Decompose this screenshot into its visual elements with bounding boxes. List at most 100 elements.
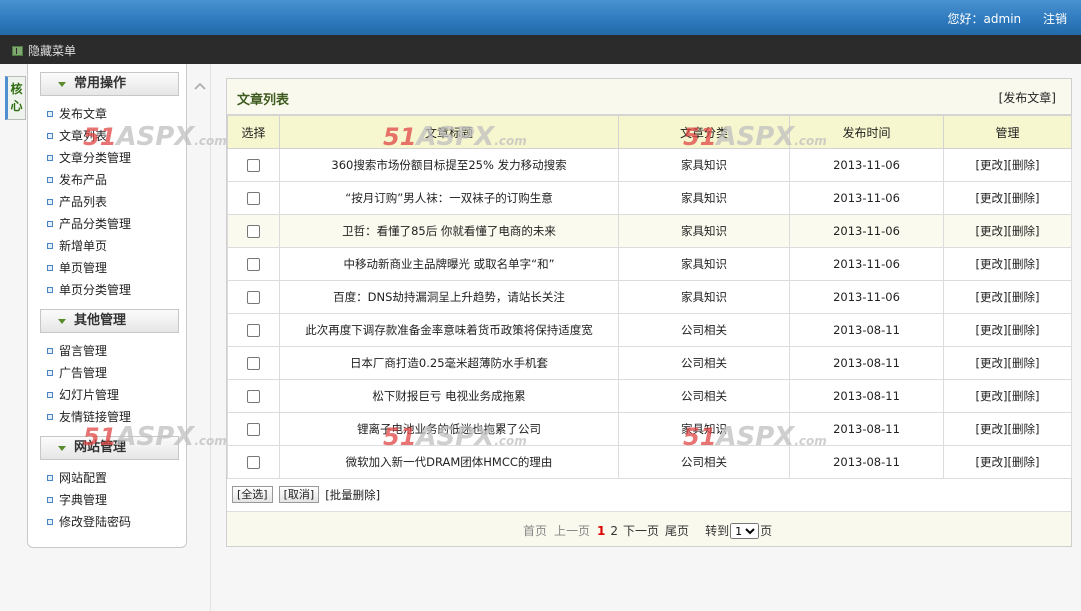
row-checkbox[interactable] xyxy=(247,423,260,436)
category-cell: 家具知识 xyxy=(618,181,790,215)
title-cell[interactable]: 360搜索市场份额目标提至25% 发力移动搜索 xyxy=(279,148,619,182)
row-checkbox[interactable] xyxy=(247,192,260,205)
select-cell xyxy=(227,247,280,281)
col-header-title: 文章标题 xyxy=(279,115,619,149)
title-cell[interactable]: “按月订购”男人袜：一双袜子的订购生意 xyxy=(279,181,619,215)
sidebar-item-label: 发布文章 xyxy=(59,107,108,121)
select-cell xyxy=(227,148,280,182)
table-row: “按月订购”男人袜：一双袜子的订购生意 家具知识 2013-11-06 [更改][删除… xyxy=(227,181,1072,215)
row-checkbox[interactable] xyxy=(247,159,260,172)
last-page-link[interactable]: 尾页 xyxy=(665,522,689,539)
pagination-bar: 首页 上一页 1 2 下一页 尾页 转到 1 页 xyxy=(227,511,1071,546)
sidebar-item-page-category[interactable]: 单页分类管理 xyxy=(47,281,131,299)
group-title-label: 其他管理 xyxy=(74,313,127,328)
table-row: 微软加入新一代DRAM团体HMCC的理由 公司相关 2013-08-11 [更改][删… xyxy=(227,445,1072,479)
edit-delete-links[interactable]: [更改][删除] xyxy=(976,290,1040,304)
logout-link[interactable]: 注销 xyxy=(1043,12,1067,26)
group-other-manage[interactable]: 其他管理 xyxy=(40,309,179,333)
title-cell[interactable]: 松下财报巨亏 电视业务成拖累 xyxy=(279,379,619,413)
row-checkbox[interactable] xyxy=(247,324,260,337)
next-page-link[interactable]: 下一页 xyxy=(623,522,659,539)
sidebar-item-product-category[interactable]: 产品分类管理 xyxy=(47,215,131,233)
ops-cell: [更改][删除] xyxy=(943,280,1072,314)
cancel-select-button[interactable]: [取消] xyxy=(278,486,320,503)
ops-cell: [更改][删除] xyxy=(943,346,1072,380)
edit-delete-links[interactable]: [更改][删除] xyxy=(976,158,1040,172)
sidebar-item-article-list[interactable]: 文章列表 xyxy=(47,127,107,145)
row-checkbox[interactable] xyxy=(247,456,260,469)
sidebar-item-new-page[interactable]: 新增单页 xyxy=(47,237,107,255)
batch-delete-link[interactable]: [批量删除] xyxy=(325,487,380,503)
category-cell: 家具知识 xyxy=(618,214,790,248)
title-cell[interactable]: 锂离子电池业务的低迷也拖累了公司 xyxy=(279,412,619,446)
row-checkbox[interactable] xyxy=(247,291,260,304)
title-cell[interactable]: 中移动新商业主品牌曝光 或取名单字“和” xyxy=(279,247,619,281)
category-cell: 家具知识 xyxy=(618,247,790,281)
sidebar-item-slides[interactable]: 幻灯片管理 xyxy=(47,386,119,404)
select-all-button[interactable]: [全选] xyxy=(232,486,273,503)
table-row: 此次再度下调存款准备金率意味着货币政策将保持适度宽 公司相关 2013-08-11 [… xyxy=(227,313,1072,347)
sidebar-item-friend-links[interactable]: 友情链接管理 xyxy=(47,408,131,426)
date-cell: 2013-08-11 xyxy=(789,313,944,347)
col-header-date: 发布时间 xyxy=(789,115,944,149)
publish-article-link[interactable]: [发布文章] xyxy=(999,89,1056,106)
edit-delete-links[interactable]: [更改][删除] xyxy=(976,389,1040,403)
bulk-actions: [全选] [取消] [批量删除] xyxy=(232,486,380,503)
sidebar-item-article-category[interactable]: 文章分类管理 xyxy=(47,149,131,167)
bullet-icon xyxy=(47,497,53,503)
col-header-manage: 管理 xyxy=(943,115,1072,149)
row-checkbox[interactable] xyxy=(247,390,260,403)
title-cell[interactable]: 日本厂商打造0.25毫米超薄防水手机套 xyxy=(279,346,619,380)
sidebar-item-site-config[interactable]: 网站配置 xyxy=(47,469,107,487)
page-2-link[interactable]: 2 xyxy=(610,524,618,538)
sidebar-item-publish-product[interactable]: 发布产品 xyxy=(47,171,107,189)
pagination: 首页 上一页 1 2 下一页 尾页 转到 1 页 xyxy=(523,522,772,539)
sidebar-item-label: 字典管理 xyxy=(59,493,108,507)
edit-delete-links[interactable]: [更改][删除] xyxy=(976,191,1040,205)
ops-cell: [更改][删除] xyxy=(943,247,1072,281)
edit-delete-links[interactable]: [更改][删除] xyxy=(976,356,1040,370)
sidebar-item-page-manage[interactable]: 单页管理 xyxy=(47,259,107,277)
group-common-ops[interactable]: 常用操作 xyxy=(40,72,179,96)
prev-page-link[interactable]: 上一页 xyxy=(554,522,590,539)
table-row: 中移动新商业主品牌曝光 或取名单字“和” 家具知识 2013-11-06 [更改][删… xyxy=(227,247,1072,281)
hide-menu-toggle[interactable]: 隐藏菜单 xyxy=(12,42,76,59)
table-row: 卫哲：看懂了85后 你就看懂了电商的未来 家具知识 2013-11-06 [更改][删… xyxy=(227,214,1072,248)
edit-delete-links[interactable]: [更改][删除] xyxy=(976,323,1040,337)
row-checkbox[interactable] xyxy=(247,225,260,238)
sidebar-item-messages[interactable]: 留言管理 xyxy=(47,342,107,360)
divider xyxy=(210,64,211,611)
sidebar-item-label: 幻灯片管理 xyxy=(59,388,120,402)
ops-cell: [更改][删除] xyxy=(943,379,1072,413)
sidebar-item-publish-article[interactable]: 发布文章 xyxy=(47,105,107,123)
sidebar-item-label: 单页分类管理 xyxy=(59,283,132,297)
chevron-up-icon[interactable] xyxy=(193,80,207,92)
first-page-link[interactable]: 首页 xyxy=(523,522,547,539)
sidebar-item-label: 修改登陆密码 xyxy=(59,515,132,529)
bullet-icon xyxy=(47,392,53,398)
page-select[interactable]: 1 xyxy=(730,522,760,539)
edit-delete-links[interactable]: [更改][删除] xyxy=(976,422,1040,436)
sidebar-item-ads[interactable]: 广告管理 xyxy=(47,364,107,382)
sidebar: 常用操作 发布文章 文章列表 文章分类管理 发布产品 产品列表 产品分类管理 新… xyxy=(27,64,187,548)
select-cell xyxy=(227,313,280,347)
sidebar-item-product-list[interactable]: 产品列表 xyxy=(47,193,107,211)
group-site-manage[interactable]: 网站管理 xyxy=(40,436,179,460)
edit-delete-links[interactable]: [更改][删除] xyxy=(976,455,1040,469)
date-cell: 2013-08-11 xyxy=(789,412,944,446)
row-checkbox[interactable] xyxy=(247,258,260,271)
top-header: 您好：admin 注销 xyxy=(0,0,1081,35)
core-tab[interactable]: 核心 xyxy=(5,76,26,120)
title-cell[interactable]: 卫哲：看懂了85后 你就看懂了电商的未来 xyxy=(279,214,619,248)
category-cell: 家具知识 xyxy=(618,148,790,182)
edit-delete-links[interactable]: [更改][删除] xyxy=(976,224,1040,238)
title-cell[interactable]: 此次再度下调存款准备金率意味着货币政策将保持适度宽 xyxy=(279,313,619,347)
sidebar-item-change-password[interactable]: 修改登陆密码 xyxy=(47,513,131,531)
sidebar-item-dictionary[interactable]: 字典管理 xyxy=(47,491,107,509)
title-cell[interactable]: 百度：DNS劫持漏洞呈上升趋势，请站长关注 xyxy=(279,280,619,314)
panel-header: 文章列表 [发布文章] xyxy=(227,79,1071,115)
page-1-link[interactable]: 1 xyxy=(597,524,605,538)
title-cell[interactable]: 微软加入新一代DRAM团体HMCC的理由 xyxy=(279,445,619,479)
edit-delete-links[interactable]: [更改][删除] xyxy=(976,257,1040,271)
row-checkbox[interactable] xyxy=(247,357,260,370)
